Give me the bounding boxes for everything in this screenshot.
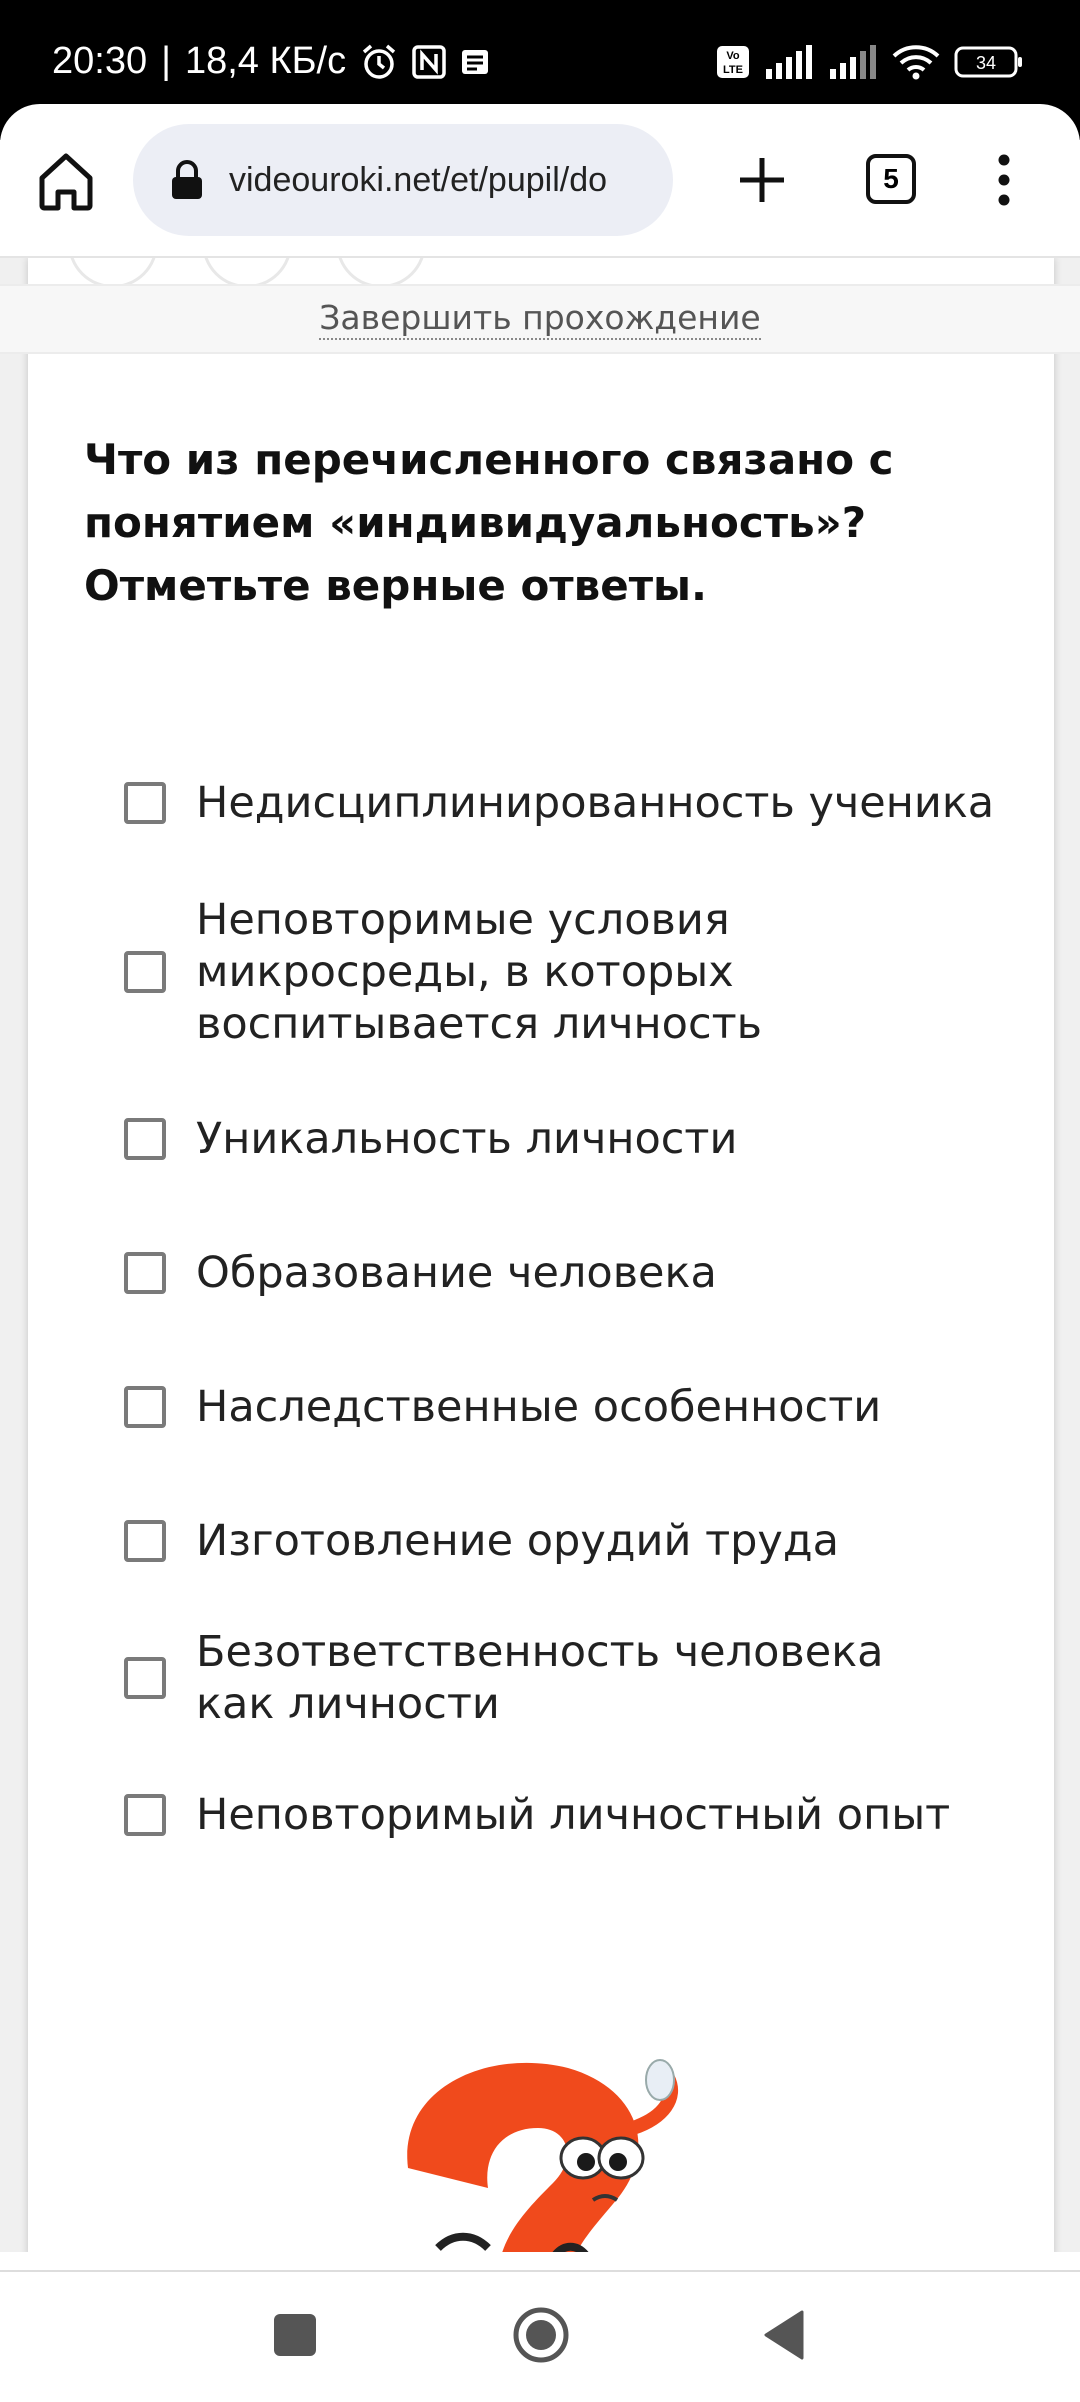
lock-icon — [172, 160, 202, 199]
finish-strip: Завершить прохождение — [0, 284, 1080, 354]
answer-label: Образование человека — [196, 1248, 717, 1298]
answer-option[interactable]: Уникальность личности — [124, 1112, 1024, 1166]
back-icon[interactable] — [762, 2308, 806, 2362]
answer-label: Неповторимый личностный опыт — [196, 1790, 951, 1840]
battery-icon: 34 — [954, 45, 1024, 79]
answer-checkbox[interactable] — [124, 1657, 166, 1699]
status-speed: 18,4 КБ/с — [184, 40, 347, 82]
volte-icon: Vo LTE — [716, 45, 750, 79]
status-right: Vo LTE 34 — [716, 44, 1024, 80]
finish-test-link[interactable]: Завершить прохождение — [319, 298, 761, 340]
answer-checkbox[interactable] — [124, 1794, 166, 1836]
home-circle-icon[interactable] — [512, 2306, 570, 2364]
home-icon[interactable] — [32, 148, 100, 216]
answer-label: Изготовление орудий труда — [196, 1516, 839, 1566]
message-icon — [460, 47, 490, 77]
tabs-icon[interactable]: 5 — [866, 154, 916, 204]
answer-option[interactable]: Неповторимые условия микросреды, в котор… — [124, 894, 804, 1050]
answer-options: Недисциплинированность ученика Неповтори… — [124, 776, 1024, 1842]
answer-checkbox[interactable] — [124, 1386, 166, 1428]
status-left: 20:30 | 18,4 КБ/с — [52, 40, 490, 83]
answer-option[interactable]: Безответственность человека как личности — [124, 1626, 884, 1730]
answer-label: Неповторимые условия микросреды, в котор… — [196, 895, 763, 1049]
svg-text:Vo: Vo — [726, 50, 740, 62]
answer-option[interactable]: Образование человека — [124, 1246, 1024, 1300]
status-separator: | — [161, 40, 171, 82]
answer-checkbox[interactable] — [124, 951, 166, 993]
recents-icon[interactable] — [274, 2314, 316, 2356]
answer-option[interactable]: Наследственные особенности — [124, 1380, 1024, 1434]
nfc-icon — [412, 44, 446, 79]
battery-level: 34 — [976, 53, 996, 73]
url-text: videouroki.net/et/pupil/do — [229, 160, 608, 199]
wifi-icon — [892, 44, 940, 80]
signal-icon — [764, 45, 814, 79]
answer-label: Недисциплинированность ученика — [196, 778, 995, 828]
answer-checkbox[interactable] — [124, 1520, 166, 1562]
answer-checkbox[interactable] — [124, 1118, 166, 1160]
browser-toolbar: videouroki.net/et/pupil/do 5 — [0, 104, 1080, 258]
alarm-icon — [360, 43, 398, 81]
svg-text:LTE: LTE — [723, 64, 743, 76]
test-card: Что из перечисленного связано с понятием… — [28, 258, 1054, 2252]
system-nav-bar — [0, 2270, 1080, 2402]
question-text: Что из перечисленного связано с понятием… — [84, 435, 894, 610]
question-mark-mascot — [378, 2058, 778, 2252]
signal-icon — [828, 45, 878, 79]
answer-option[interactable]: Изготовление орудий труда — [124, 1514, 1024, 1568]
page-viewport[interactable]: Что из перечисленного связано с понятием… — [0, 258, 1080, 2252]
answer-option[interactable]: Неповторимый личностный опыт — [124, 1788, 1024, 1842]
answer-label: Наследственные особенности — [196, 1382, 882, 1432]
answer-label: Уникальность личности — [196, 1114, 738, 1164]
answer-label: Безответственность человека как личности — [196, 1627, 884, 1729]
answer-checkbox[interactable] — [124, 1252, 166, 1294]
more-vert-icon[interactable] — [984, 148, 1024, 212]
answer-checkbox[interactable] — [124, 782, 166, 824]
status-time: 20:30 — [52, 40, 148, 82]
plus-icon[interactable] — [730, 148, 794, 212]
tab-count: 5 — [883, 163, 899, 194]
answer-option[interactable]: Недисциплинированность ученика — [124, 776, 1024, 830]
address-bar[interactable]: videouroki.net/et/pupil/do — [133, 124, 673, 236]
